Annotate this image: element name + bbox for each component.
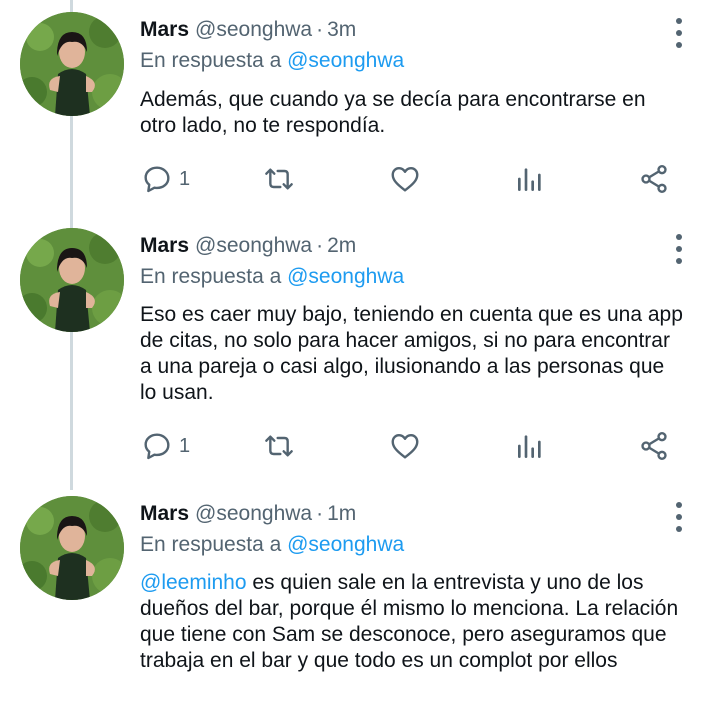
tweet-header: Mars @seonghwa · 3m [140,18,356,42]
reply-bubble-icon [144,433,170,460]
bar-chart-icon [518,435,541,458]
reply-prefix: En respuesta a [140,265,282,288]
more-vertical-icon[interactable] [668,18,690,48]
avatar[interactable] [20,496,124,600]
tweet-text: Además, que cuando ya se decía para enco… [140,87,685,139]
tweet[interactable]: Mars @seonghwa · 1m En respuesta a @seonghw… [0,484,720,713]
user-handle[interactable]: @seonghwa [195,234,312,257]
heart-icon [391,167,419,192]
retweet-icon [265,435,293,457]
tweet-text: @leeminho es quien sale en la entrevista… [140,570,685,674]
reply-count: 1 [179,167,191,190]
retweet-button[interactable] [263,161,295,197]
avatar[interactable] [20,228,124,332]
tweet-text-content: Eso es caer muy bajo, teniendo en cuenta… [140,303,683,404]
like-button[interactable] [389,161,421,197]
share-button[interactable] [638,428,670,464]
views-button[interactable] [514,161,546,197]
reply-to-link[interactable]: @seonghwa [287,265,404,288]
reply-context: En respuesta a @seonghwa [140,533,404,557]
tweet-actions: 1 [0,161,720,197]
retweet-button[interactable] [263,428,295,464]
tweet[interactable]: Mars @seonghwa · 2m En respuesta a @seonghw… [0,216,720,486]
tweet-text-content: Además, que cuando ya se decía para enco… [140,88,646,137]
display-name[interactable]: Mars [140,502,189,525]
reply-bubble-icon [144,166,170,193]
tweet-text: Eso es caer muy bajo, teniendo en cuenta… [140,302,685,406]
reply-context: En respuesta a @seonghwa [140,49,404,73]
user-handle[interactable]: @seonghwa [195,18,312,41]
reply-button[interactable]: 1 [141,428,190,464]
more-vertical-icon[interactable] [668,234,690,264]
timestamp[interactable]: 2m [327,234,356,257]
reply-button[interactable]: 1 [141,161,190,197]
user-handle[interactable]: @seonghwa [195,502,312,525]
separator: · [316,234,324,257]
share-icon [641,432,667,460]
timestamp[interactable]: 1m [327,502,356,525]
views-button[interactable] [514,428,546,464]
tweet-header: Mars @seonghwa · 2m [140,234,356,258]
share-button[interactable] [638,161,670,197]
reply-prefix: En respuesta a [140,49,282,72]
reply-context: En respuesta a @seonghwa [140,265,404,289]
display-name[interactable]: Mars [140,18,189,41]
like-button[interactable] [389,428,421,464]
tweet-header: Mars @seonghwa · 1m [140,502,356,526]
reply-to-link[interactable]: @seonghwa [287,49,404,72]
retweet-icon [265,168,293,190]
separator: · [316,502,324,525]
timestamp[interactable]: 3m [327,18,356,41]
tweet-actions: 1 [0,428,720,464]
reply-to-link[interactable]: @seonghwa [287,533,404,556]
bar-chart-icon [518,168,541,191]
more-vertical-icon[interactable] [668,502,690,532]
reply-prefix: En respuesta a [140,533,282,556]
mention-link[interactable]: @leeminho [140,571,247,594]
avatar[interactable] [20,12,124,116]
reply-count: 1 [179,434,191,457]
heart-icon [391,434,419,459]
display-name[interactable]: Mars [140,234,189,257]
tweet[interactable]: Mars @seonghwa · 3m En respuesta a @seonghw… [0,0,720,215]
share-icon [641,165,667,193]
separator: · [316,18,324,41]
